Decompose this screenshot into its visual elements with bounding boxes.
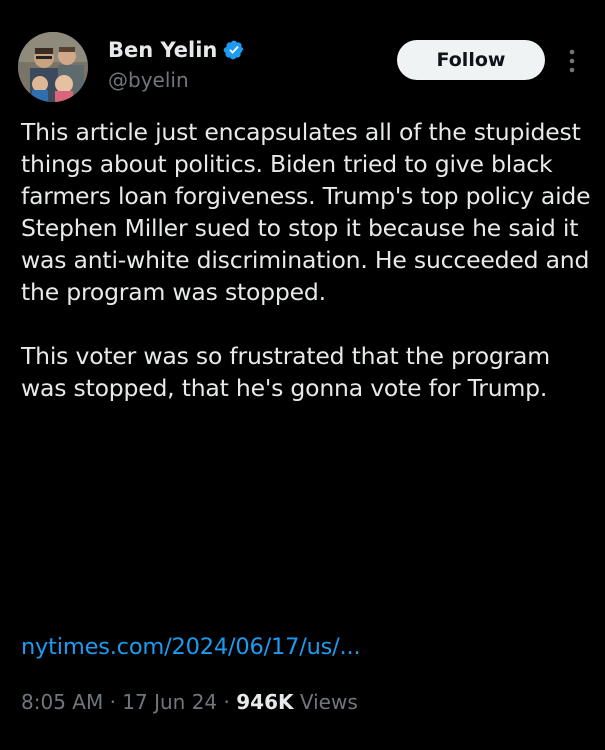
tweet: Ben Yelin @byelin Follow This article ju… [0,0,605,750]
avatar[interactable] [18,32,88,102]
author-display-name[interactable]: Ben Yelin [108,37,217,63]
tweet-time[interactable]: 8:05 AM [21,690,103,714]
author-handle[interactable]: @byelin [108,68,189,92]
meta-separator: · [103,690,123,714]
article-link[interactable]: nytimes.com/2024/06/17/us/... [21,632,361,662]
follow-button[interactable]: Follow [397,40,545,80]
views-label: Views [293,690,358,714]
avatar-photo [18,32,88,102]
tweet-metadata: 8:05 AM · 17 Jun 24 · 946K Views [21,689,358,715]
tweet-date[interactable]: 17 Jun 24 [122,690,217,714]
tweet-text: This article just encapsulates all of th… [21,116,591,404]
views-count: 946K [236,690,294,714]
more-options-icon[interactable] [562,46,582,76]
meta-separator: · [217,690,237,714]
verified-badge-icon [223,39,245,61]
tweet-paragraph: This article just encapsulates all of th… [21,118,591,306]
author-name-row: Ben Yelin [108,37,245,63]
tweet-paragraph: This voter was so frustrated that the pr… [21,342,550,402]
